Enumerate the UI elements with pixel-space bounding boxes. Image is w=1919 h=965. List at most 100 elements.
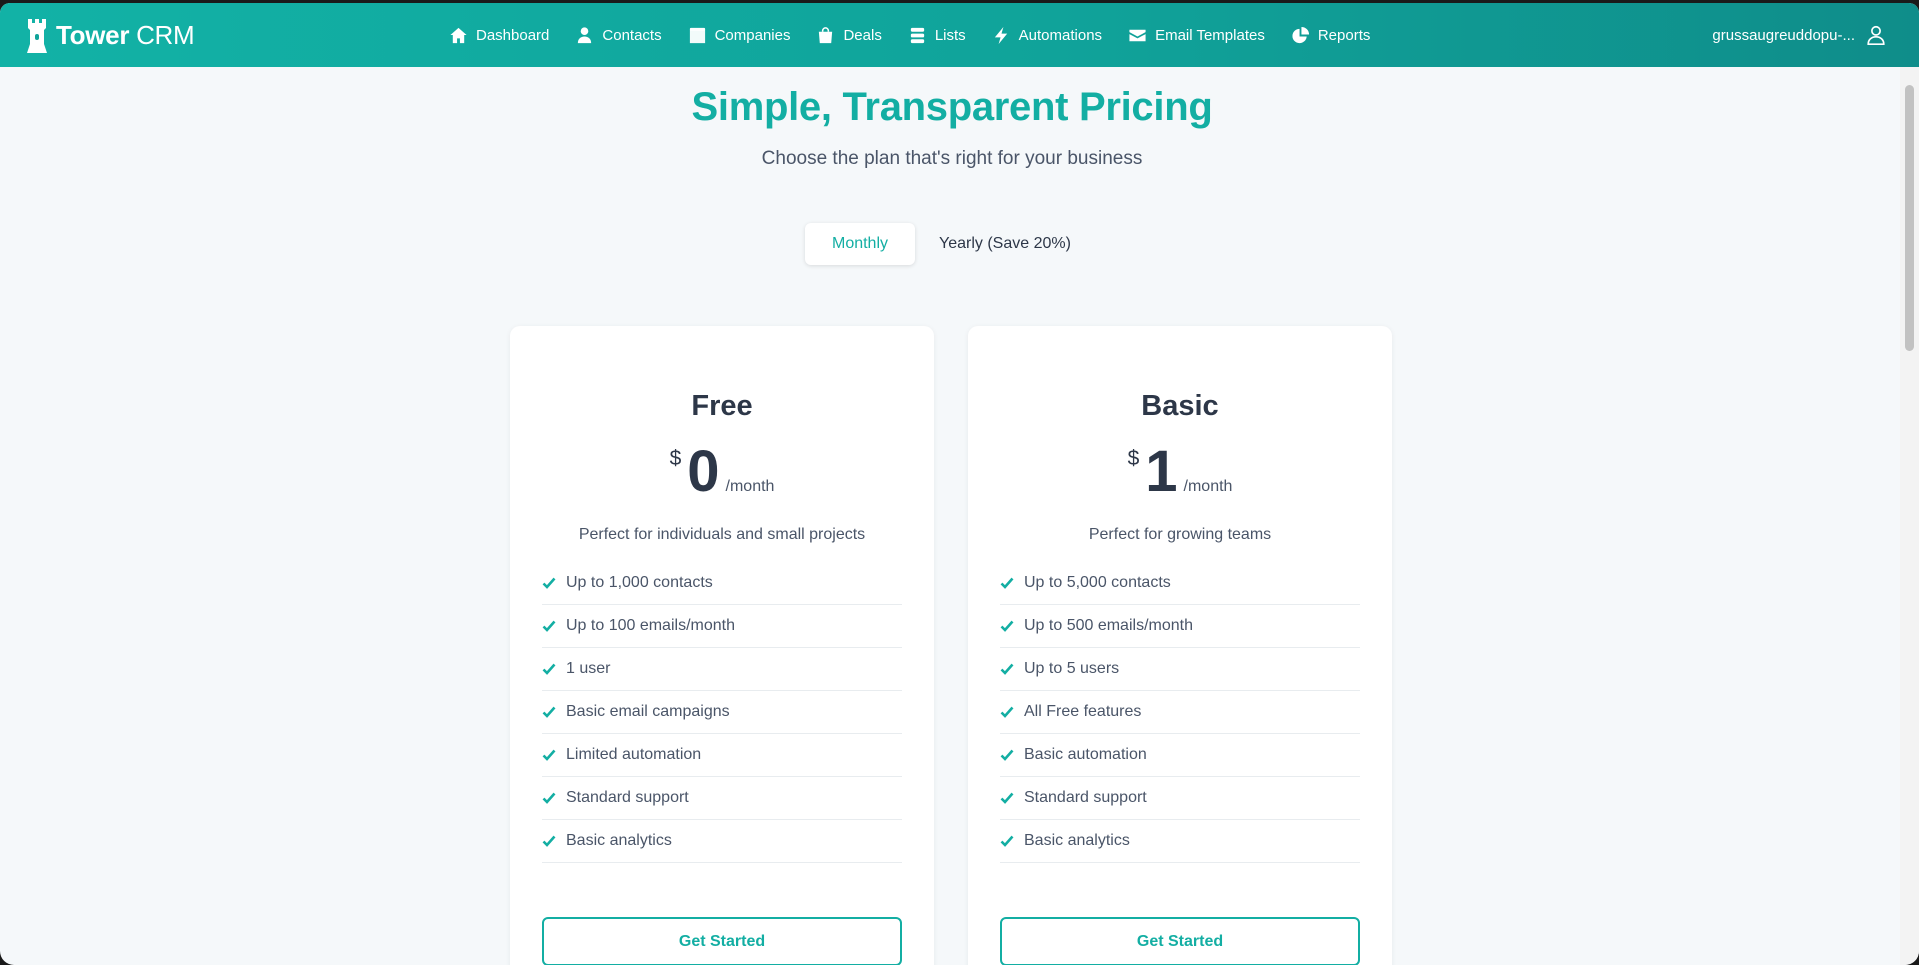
price-currency: $ xyxy=(1127,447,1140,470)
nav-reports[interactable]: Reports xyxy=(1291,26,1371,45)
top-navbar: Tower CRM Dashboard Contacts Companies D… xyxy=(0,3,1919,67)
feature-item: Standard support xyxy=(542,777,902,820)
nav-label: Automations xyxy=(1018,26,1103,44)
feature-text: 1 user xyxy=(566,660,611,677)
feature-text: Up to 1,000 contacts xyxy=(566,574,713,591)
main-nav: Dashboard Contacts Companies Deals Lists… xyxy=(449,3,1396,67)
check-icon xyxy=(1000,835,1014,847)
check-icon xyxy=(542,577,556,589)
feature-list: Up to 5,000 contacts Up to 500 emails/mo… xyxy=(1000,562,1360,863)
home-icon xyxy=(450,27,467,43)
feature-item: All Free features xyxy=(1000,691,1360,734)
check-icon xyxy=(542,663,556,675)
plan-price: $ 1 /month xyxy=(968,441,1392,503)
billing-toggle: Monthly Yearly (Save 20%) xyxy=(805,223,1085,265)
nav-companies[interactable]: Companies xyxy=(688,26,791,45)
nav-automations[interactable]: Automations xyxy=(992,26,1102,45)
feature-text: Basic analytics xyxy=(1024,832,1130,849)
check-icon xyxy=(542,749,556,761)
check-icon xyxy=(542,706,556,718)
nav-label: Email Templates xyxy=(1155,26,1265,44)
check-icon xyxy=(542,835,556,847)
plan-name: Basic xyxy=(1141,390,1219,422)
feature-item: Basic analytics xyxy=(1000,820,1360,863)
brand-name: Tower CRM xyxy=(56,19,195,51)
nav-label: Deals xyxy=(843,26,882,44)
person-icon xyxy=(578,26,592,43)
price-period: /month xyxy=(1183,478,1233,495)
tower-logo-icon xyxy=(27,19,47,53)
plan-description: Perfect for individuals and small projec… xyxy=(578,526,866,543)
nav-email-templates[interactable]: Email Templates xyxy=(1128,26,1265,45)
plan-card-free: Free $ 0 /month Perfect for individuals … xyxy=(510,326,934,965)
nav-dashboard[interactable]: Dashboard xyxy=(449,26,549,45)
nav-label: Reports xyxy=(1317,26,1371,44)
brand-prefix: Tower xyxy=(56,19,130,50)
feature-text: Up to 500 emails/month xyxy=(1024,617,1193,634)
pie-chart-icon xyxy=(1292,26,1309,43)
scrollbar-thumb[interactable] xyxy=(1905,85,1914,351)
brand-logo[interactable]: Tower CRM xyxy=(24,15,195,55)
feature-item: Up to 5,000 contacts xyxy=(1000,562,1360,605)
get-started-button-free[interactable]: Get Started xyxy=(542,917,902,965)
user-name: grussaugreuddopu-... xyxy=(1712,26,1855,44)
plan-price: $ 0 /month xyxy=(510,441,934,503)
feature-item: Basic analytics xyxy=(542,820,902,863)
feature-text: Basic email campaigns xyxy=(566,703,730,720)
feature-text: Limited automation xyxy=(566,746,702,763)
building-icon xyxy=(689,27,705,43)
brand-suffix: CRM xyxy=(136,19,195,50)
bolt-icon xyxy=(994,26,1007,44)
feature-text: Basic analytics xyxy=(566,832,672,849)
billing-yearly-button[interactable]: Yearly (Save 20%) xyxy=(915,223,1085,265)
check-icon xyxy=(542,620,556,632)
app-window: Tower CRM Dashboard Contacts Companies D… xyxy=(0,3,1919,965)
shopping-bag-icon xyxy=(819,26,833,43)
check-icon xyxy=(1000,620,1014,632)
feature-text: Basic automation xyxy=(1024,746,1147,763)
feature-text: Up to 100 emails/month xyxy=(566,617,735,634)
check-icon xyxy=(542,792,556,804)
feature-text: Up to 5,000 contacts xyxy=(1024,574,1171,591)
envelope-icon xyxy=(1129,29,1146,41)
nav-deals[interactable]: Deals xyxy=(816,26,882,45)
nav-label: Companies xyxy=(714,26,791,44)
billing-monthly-button[interactable]: Monthly xyxy=(805,223,915,265)
price-currency: $ xyxy=(669,447,682,470)
feature-item: Up to 500 emails/month xyxy=(1000,605,1360,648)
feature-item: Up to 1,000 contacts xyxy=(542,562,902,605)
feature-text: Standard support xyxy=(1024,789,1147,806)
nav-label: Contacts xyxy=(602,26,662,44)
page-subtitle: Choose the plan that's right for your bu… xyxy=(761,148,1143,169)
feature-text: Up to 5 users xyxy=(1024,660,1120,677)
get-started-button-basic[interactable]: Get Started xyxy=(1000,917,1360,965)
pricing-page: Simple, Transparent Pricing Choose the p… xyxy=(0,67,1900,965)
plan-name: Free xyxy=(691,390,753,422)
user-icon xyxy=(1867,25,1885,45)
nav-label: Dashboard xyxy=(476,26,550,44)
page-title: Simple, Transparent Pricing xyxy=(691,85,1213,129)
feature-list: Up to 1,000 contacts Up to 100 emails/mo… xyxy=(542,562,902,863)
feature-item: Standard support xyxy=(1000,777,1360,820)
check-icon xyxy=(1000,792,1014,804)
feature-item: Limited automation xyxy=(542,734,902,777)
feature-item: Up to 5 users xyxy=(1000,648,1360,691)
feature-item: Basic automation xyxy=(1000,734,1360,777)
check-icon xyxy=(1000,749,1014,761)
price-period: /month xyxy=(725,478,775,495)
nav-lists[interactable]: Lists xyxy=(908,26,966,45)
feature-item: 1 user xyxy=(542,648,902,691)
list-icon xyxy=(910,27,924,43)
check-icon xyxy=(1000,706,1014,718)
feature-text: All Free features xyxy=(1024,703,1142,720)
feature-item: Up to 100 emails/month xyxy=(542,605,902,648)
plan-card-basic: Basic $ 1 /month Perfect for growing tea… xyxy=(968,326,1392,965)
feature-item: Basic email campaigns xyxy=(542,691,902,734)
price-amount: 0 xyxy=(687,439,720,504)
nav-contacts[interactable]: Contacts xyxy=(575,26,662,45)
plan-description: Perfect for growing teams xyxy=(1088,526,1272,543)
user-menu[interactable]: grussaugreuddopu-... xyxy=(1712,3,1887,67)
price-amount: 1 xyxy=(1145,439,1178,504)
vertical-scrollbar[interactable] xyxy=(1900,67,1919,965)
check-icon xyxy=(1000,577,1014,589)
